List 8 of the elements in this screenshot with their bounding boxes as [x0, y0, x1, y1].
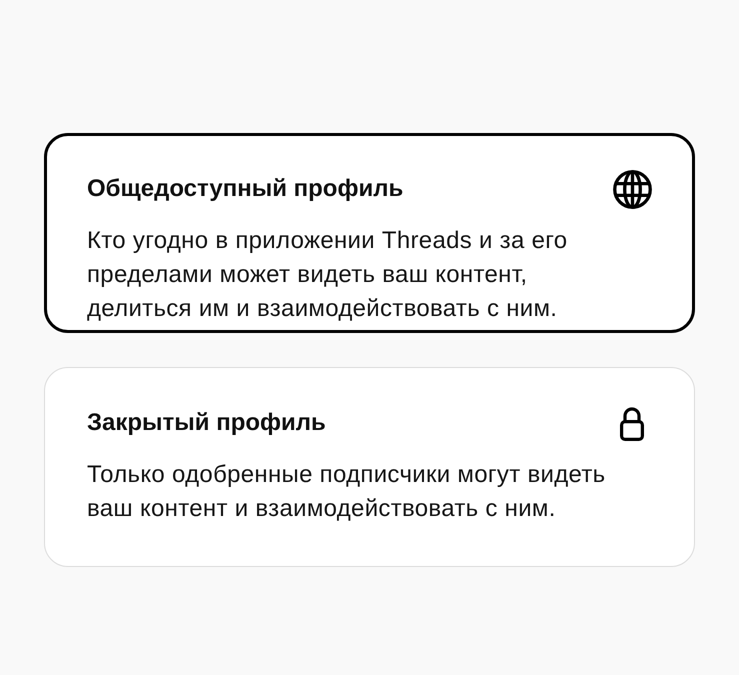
- option-title: Общедоступный профиль: [87, 174, 404, 204]
- globe-icon: [613, 170, 652, 208]
- option-title: Закрытый профиль: [87, 408, 326, 438]
- option-description: Только одобренные подписчики могут видеть ваш контент и взаимодействовать с ним.: [87, 460, 606, 524]
- profile-option-card[interactable]: Закрытый профиль Только одобренные подписчики могут видеть ваш контент и взаимодействовать с ним.: [44, 367, 695, 567]
- lock-icon: [620, 406, 644, 440]
- option-description: Кто угодно в приложении Threads и за его пределами может видеть ваш контент, делиться им и взаимодействовать с ним.: [87, 226, 568, 324]
- profile-option-card[interactable]: Общедоступный профиль Кто угодно в приложении Threads и за его пределами может видеть ваш контент, делиться им и взаимодействовать с ним.: [44, 133, 695, 333]
